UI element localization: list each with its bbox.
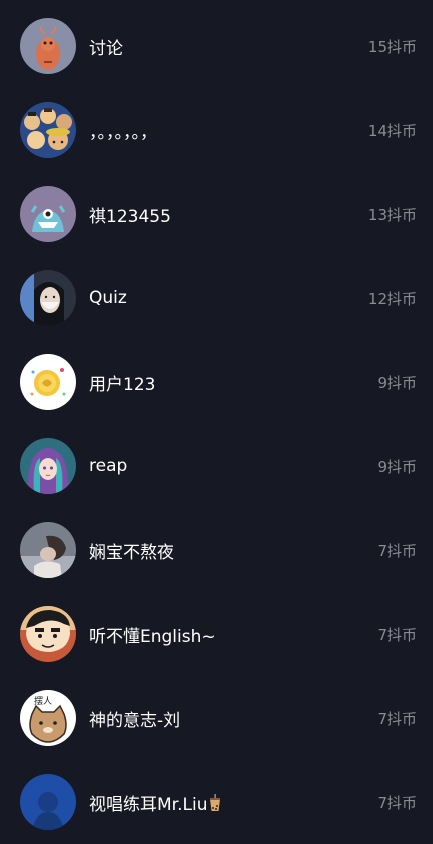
user-name: 听不懂English~ (89, 626, 216, 647)
user-name: 讨论 (89, 38, 123, 59)
anime-girl-avatar-icon[interactable] (20, 438, 76, 494)
sticker-text: 摆人 (34, 695, 52, 707)
user-name: 娴宝不熬夜 (89, 542, 174, 563)
list-item[interactable]: 摆人 神的意志-刘 7抖币 (0, 676, 433, 760)
sleeping-person-avatar-icon[interactable] (20, 522, 76, 578)
cartoon-boy-avatar-icon[interactable] (20, 606, 76, 662)
list-item[interactable]: Quiz 12抖币 (0, 256, 433, 340)
blue-monster-avatar-icon[interactable] (20, 186, 76, 242)
user-name: 祺123455 (89, 206, 171, 227)
masked-girl-avatar-icon[interactable] (20, 270, 76, 326)
dark-blue-avatar-icon[interactable] (20, 774, 76, 830)
coin-amount: 7抖币 (377, 625, 417, 644)
user-name: ，。，。，。， (89, 122, 157, 143)
user-name: 用户123 (89, 374, 156, 395)
user-name-text: 视唱练耳Mr.Liu (89, 794, 208, 815)
coin-amount: 9抖币 (377, 457, 417, 476)
user-name: Quiz (89, 288, 127, 308)
coin-amount: 15抖币 (367, 37, 417, 56)
list-item[interactable]: 娴宝不熬夜 7抖币 (0, 508, 433, 592)
shrimp-avatar-icon[interactable] (20, 18, 76, 74)
coin-amount: 9抖币 (377, 373, 417, 392)
coin-amount: 12抖币 (367, 289, 417, 308)
coin-amount: 14抖币 (367, 121, 417, 140)
user-name: reap (89, 456, 128, 476)
gift-ranking-list: 讨论 15抖币 ，。，。，。， 14抖币 祺123455 13抖币 Quiz 1… (0, 0, 433, 830)
list-item[interactable]: 用户123 9抖币 (0, 340, 433, 424)
coin-amount: 7抖币 (377, 541, 417, 560)
coin-avatar-icon[interactable] (20, 354, 76, 410)
list-item[interactable]: 祺123455 13抖币 (0, 172, 433, 256)
list-item[interactable]: ，。，。，。， 14抖币 (0, 88, 433, 172)
user-name: 神的意志-刘 (89, 710, 181, 731)
anime-crew-avatar-icon[interactable] (20, 102, 76, 158)
list-item[interactable]: 讨论 15抖币 (0, 4, 433, 88)
list-item[interactable]: 听不懂English~ 7抖币 (0, 592, 433, 676)
list-item[interactable]: 视唱练耳Mr.Liu 7抖币 (0, 760, 433, 844)
coin-amount: 7抖币 (377, 709, 417, 728)
coin-amount: 7抖币 (377, 793, 417, 812)
bubble-tea-icon (210, 793, 221, 811)
list-item[interactable]: reap 9抖币 (0, 424, 433, 508)
user-name: 视唱练耳Mr.Liu (89, 790, 221, 815)
cat-avatar-icon[interactable]: 摆人 (20, 690, 76, 746)
coin-amount: 13抖币 (367, 205, 417, 224)
